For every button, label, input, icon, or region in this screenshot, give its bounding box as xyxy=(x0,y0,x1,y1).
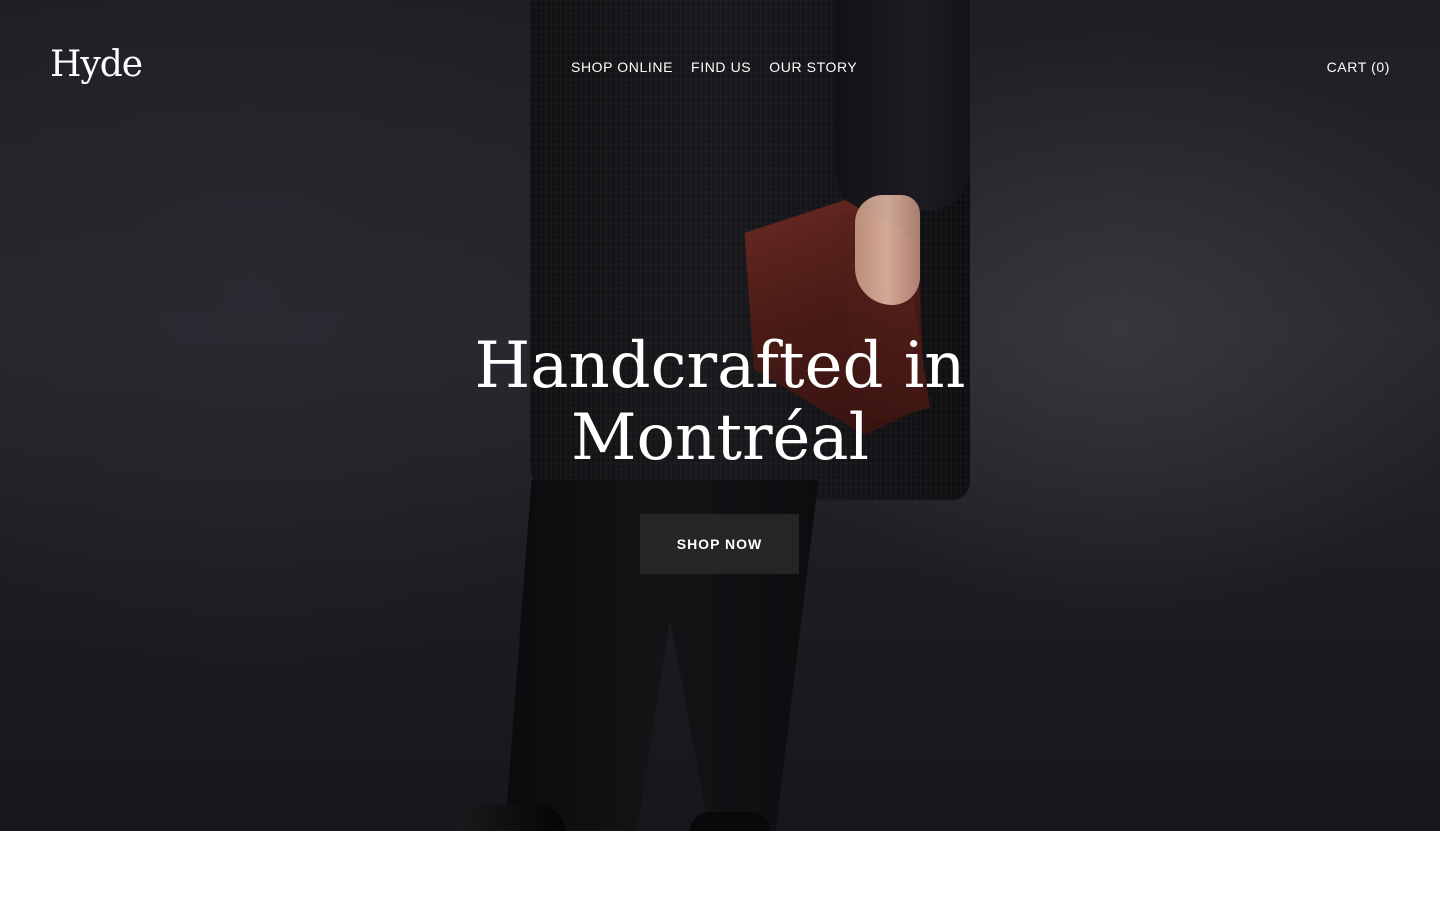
photo-shoe xyxy=(455,805,565,831)
photo-shoe xyxy=(690,812,770,831)
cart-link[interactable]: CART (0) xyxy=(1327,59,1390,75)
photo-hand xyxy=(855,195,920,305)
nav-link-our-story[interactable]: OUR STORY xyxy=(769,59,857,75)
hero-headline: Handcrafted in Montréal xyxy=(0,330,1440,474)
hero-section: Hyde SHOP ONLINE FIND US OUR STORY CART … xyxy=(0,0,1440,831)
nav-link-shop-online[interactable]: SHOP ONLINE xyxy=(571,59,673,75)
content-area-below-hero xyxy=(0,831,1440,900)
hero-headline-line2: Montréal xyxy=(570,401,870,475)
hero-headline-line1: Handcrafted in xyxy=(474,329,966,403)
site-header: Hyde SHOP ONLINE FIND US OUR STORY CART … xyxy=(0,0,1440,130)
brand-logo[interactable]: Hyde xyxy=(50,44,143,85)
main-nav: SHOP ONLINE FIND US OUR STORY xyxy=(571,59,857,75)
shop-now-button[interactable]: SHOP NOW xyxy=(640,514,799,574)
nav-link-find-us[interactable]: FIND US xyxy=(691,59,751,75)
